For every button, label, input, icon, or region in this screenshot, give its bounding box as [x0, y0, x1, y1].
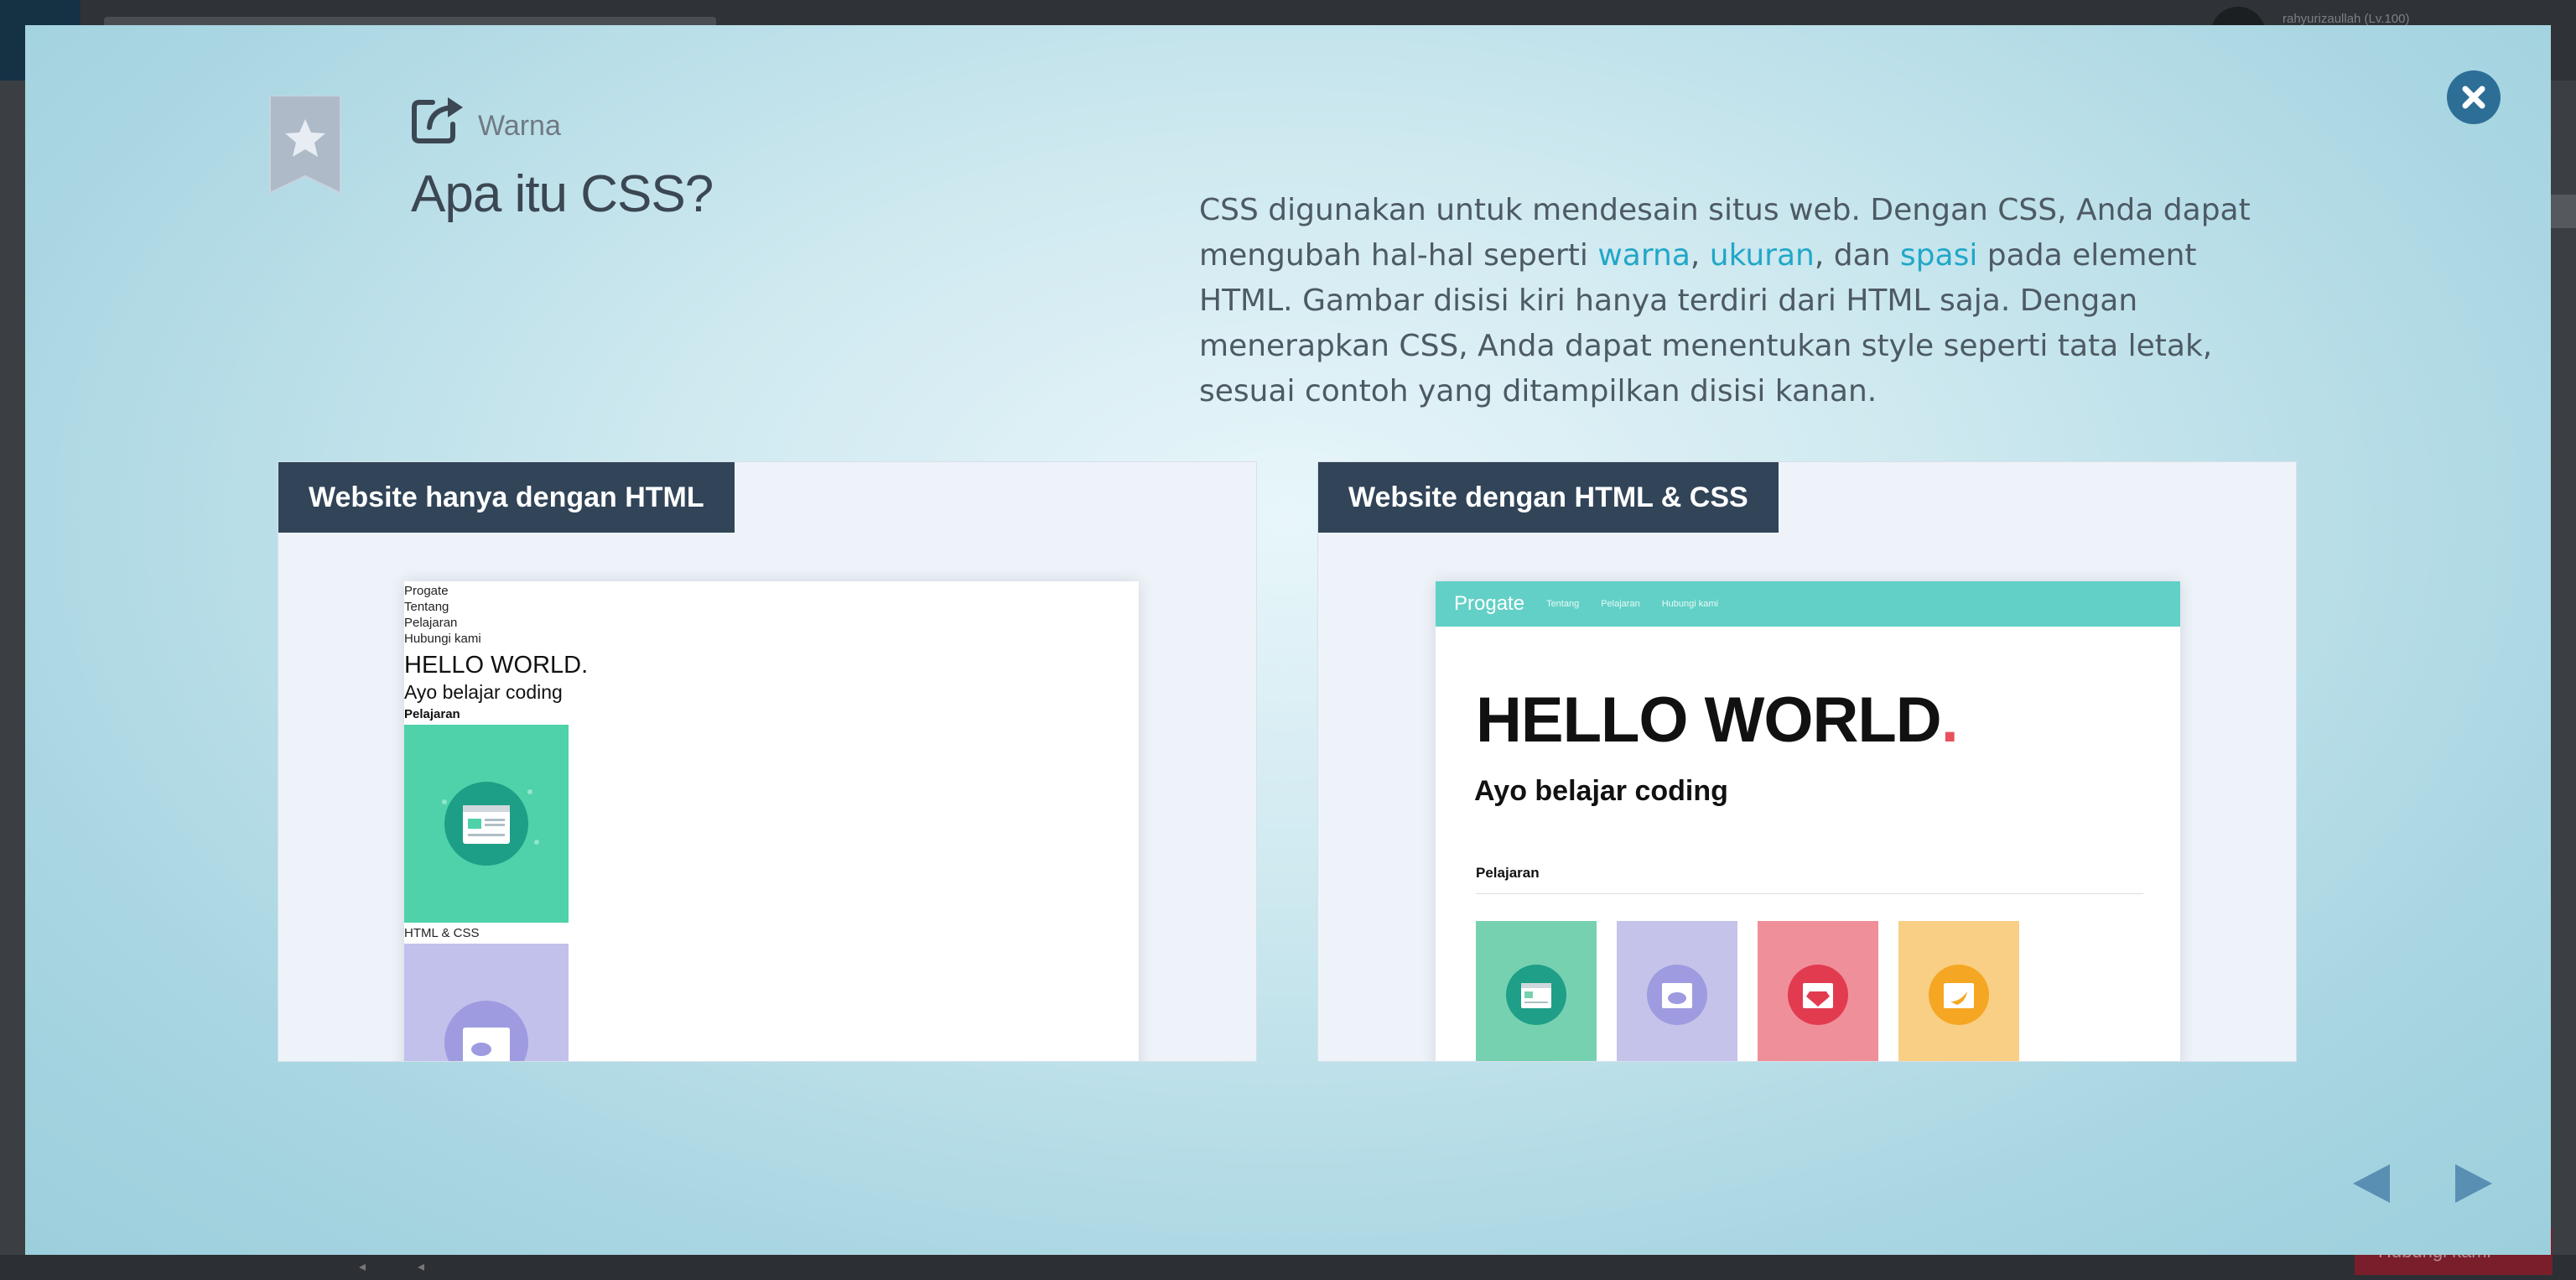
close-icon: [2462, 86, 2485, 109]
slide-description: CSS digunakan untuk mendesain situs web.…: [1199, 188, 2256, 414]
html-only-preview: Progate Tentang Pelajaran Hubungi kami H…: [404, 581, 1139, 1061]
lesson-card-image: [404, 725, 569, 923]
external-link-icon[interactable]: [411, 92, 466, 144]
lesson-card-html: [1476, 921, 1597, 1061]
html-css-preview: Progate Tentang Pelajaran Hubungi kami H…: [1436, 581, 2180, 1061]
app-bottom-bar: [0, 1255, 2576, 1280]
preview-nav: Progate Tentang Pelajaran Hubungi kami: [404, 581, 1139, 647]
html-css-tab-label: Website dengan HTML & CSS: [1318, 462, 1779, 533]
preview-heading-text: HELLO WORLD: [1476, 684, 1942, 756]
preview-nav-link: Tentang: [1546, 599, 1580, 609]
close-button[interactable]: [2447, 70, 2501, 124]
bottom-left-arrow-icon[interactable]: ◂: [359, 1258, 366, 1274]
bottom-right-arrow-icon[interactable]: ◂: [418, 1258, 424, 1274]
slide-modal: Warna Apa itu CSS? CSS digunakan untuk m…: [25, 25, 2551, 1255]
preview-section-title: Pelajaran: [1476, 865, 1540, 881]
preview-subheading: Ayo belajar coding: [1474, 775, 1728, 807]
preview-nav-link: Pelajaran: [1601, 599, 1640, 609]
keyword-warna: warna: [1597, 238, 1690, 273]
preview-heading-dot: .: [1940, 684, 1959, 756]
lesson-card-ruby: [1758, 921, 1878, 1061]
lesson-card-image: [404, 944, 569, 1061]
preview-navbar: Progate Tentang Pelajaran Hubungi kami: [1436, 581, 2180, 627]
page-title: Apa itu CSS?: [411, 165, 714, 223]
preview-divider: [1476, 893, 2143, 894]
preview-nav-item: Tentang: [404, 600, 449, 614]
preview-brand: Progate: [1454, 592, 1525, 615]
prev-arrow-icon[interactable]: [2353, 1164, 2390, 1203]
description-separator: , dan: [1814, 238, 1900, 273]
preview-nav-link: Hubungi kami: [1661, 599, 1718, 609]
preview-nav-item: Hubungi kami: [404, 632, 481, 646]
lesson-card-caption: HTML & CSS: [404, 926, 480, 940]
lesson-card-swift: [1898, 921, 2019, 1061]
slide-header: Warna Apa itu CSS?: [411, 92, 714, 224]
bookmark-star-icon[interactable]: [268, 95, 342, 195]
preview-nav-item: Progate: [404, 584, 449, 598]
lesson-card-php: [1617, 921, 1737, 1061]
preview-nav-item: Pelajaran: [404, 616, 458, 630]
keyword-ukuran: ukuran: [1709, 238, 1815, 273]
html-only-panel: Website hanya dengan HTML Progate Tentan…: [278, 461, 1257, 1062]
category-label: Warna: [478, 110, 561, 142]
lesson-card-row: [1476, 921, 2180, 1061]
html-css-panel: Website dengan HTML & CSS Progate Tentan…: [1317, 461, 2297, 1062]
preview-subheading: Ayo belajar coding: [404, 681, 563, 703]
username-label: rahyurizaullah (Lv.100): [2283, 12, 2410, 26]
preview-heading: HELLO WORLD.: [404, 652, 589, 679]
preview-section-title: Pelajaran: [404, 707, 460, 721]
category-row: Warna: [411, 92, 713, 144]
html-only-tab-label: Website hanya dengan HTML: [278, 462, 735, 533]
keyword-spasi: spasi: [1899, 238, 1978, 273]
preview-heading: HELLO WORLD.: [1476, 684, 2180, 757]
scrollbar-thumb[interactable]: [2549, 195, 2576, 228]
next-arrow-icon[interactable]: [2455, 1164, 2492, 1203]
description-separator: ,: [1690, 238, 1710, 273]
